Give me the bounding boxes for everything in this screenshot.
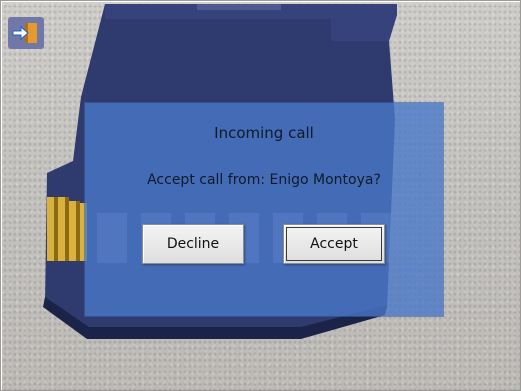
decline-button[interactable]: Decline	[142, 224, 244, 264]
accept-button[interactable]: Accept	[283, 224, 385, 264]
caller-message: Accept call from: Enigo Montoya?	[147, 172, 381, 188]
dialog-title: Incoming call	[214, 124, 314, 142]
exit-arrow-icon[interactable]	[8, 17, 44, 49]
incoming-call-dialog: Incoming call Accept call from: Enigo Mo…	[85, 103, 443, 316]
camera-view: Incoming call Accept call from: Enigo Mo…	[0, 0, 521, 391]
